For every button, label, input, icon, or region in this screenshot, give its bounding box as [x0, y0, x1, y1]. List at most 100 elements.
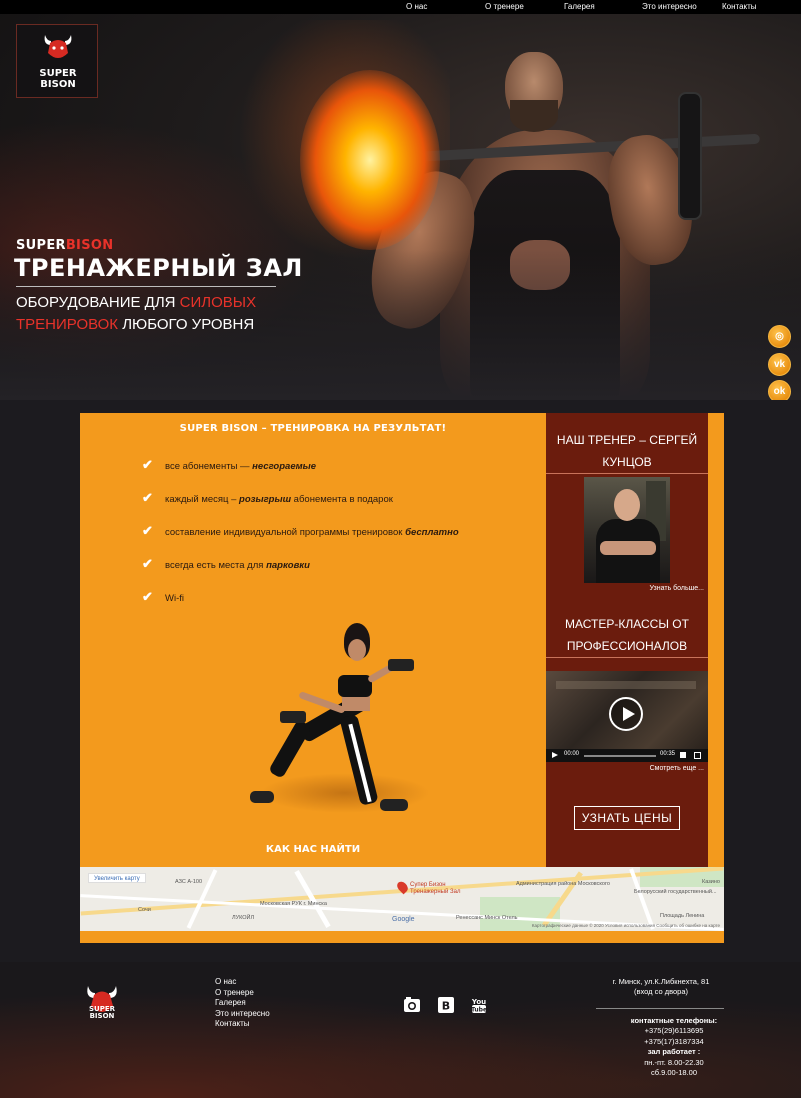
volume-icon[interactable] — [680, 752, 686, 758]
trainer-title-1: НАШ ТРЕНЕР – СЕРГЕЙ — [556, 433, 698, 447]
map-label: Казино — [702, 879, 720, 885]
hero-banner: SUPER BISON SUPERBISON ТРЕНАЖЕРНЫЙ ЗАЛ О… — [0, 0, 801, 400]
feature-after: абонемента в подарок — [291, 494, 393, 505]
hours-label: зал работает : — [647, 1047, 701, 1057]
footer-links: О нас О тренере Галерея Это интересно Ко… — [215, 977, 270, 1030]
hero-brand-bison: BISON — [65, 238, 114, 253]
map-attribution[interactable]: Картографические данные © 2020 Условия и… — [532, 923, 720, 928]
google-logo: Google — [392, 916, 415, 923]
odnoklassniki-icon[interactable]: ok — [768, 380, 791, 400]
play-icon[interactable] — [609, 697, 643, 731]
nav-contacts[interactable]: Контакты — [722, 2, 757, 11]
trainer-more-link[interactable]: Узнать больше... — [650, 585, 705, 592]
video-time-current: 00:00 — [564, 751, 580, 757]
check-icon: ✔ — [142, 457, 153, 472]
map-label: Сочи — [138, 907, 151, 913]
footer-link-gallery[interactable]: Галерея — [215, 998, 270, 1009]
hero-subtitle: ОБОРУДОВАНИЕ ДЛЯ СИЛОВЫХ ТРЕНИРОВОК ЛЮБО… — [16, 292, 346, 336]
footer-link-contacts[interactable]: Контакты — [215, 1019, 270, 1030]
google-map[interactable]: Увеличить карту АЗС А-100 Московская РУК… — [80, 867, 724, 931]
video-more-link[interactable]: Смотреть еще ... — [650, 765, 704, 772]
svg-text:Tube: Tube — [471, 1007, 487, 1014]
map-pin-label: Супер Бизон Тренажерный Зал — [410, 882, 460, 896]
trainer-photo[interactable] — [584, 477, 670, 583]
feature-bold: парковки — [266, 560, 310, 571]
map-label: Московская РУК г. Минска — [260, 901, 327, 907]
video-player[interactable]: 00:00 00:35 — [546, 671, 708, 762]
map-label: Белорусский государственный... — [634, 889, 717, 895]
phone-2[interactable]: +375(17)3187334 — [596, 1037, 752, 1047]
footer: SUPER BISON О нас О тренере Галерея Это … — [0, 962, 801, 1098]
map-label: Площадь Ленина — [660, 913, 705, 919]
nav-about[interactable]: О нас — [406, 2, 427, 11]
prices-button[interactable]: УЗНАТЬ ЦЕНЫ — [574, 806, 680, 830]
nav-trainer[interactable]: О тренере — [485, 2, 524, 11]
svg-text:B: B — [442, 1000, 450, 1013]
hero-sub-red-2: ТРЕНИРОВОК — [16, 316, 119, 333]
hero-sub-text-1: ОБОРУДОВАНИЕ ДЛЯ — [16, 294, 180, 311]
logo-text-bison: BISON — [40, 79, 76, 90]
divider — [546, 657, 708, 658]
address-line-1: г. Минск, ул.К.Либкнехта, 81 — [612, 977, 710, 986]
feature-text: Wi-fi — [165, 593, 184, 604]
map-label: ЛУКОЙЛ — [232, 915, 255, 921]
instagram-icon[interactable]: ◎ — [768, 325, 791, 348]
phone-1[interactable]: +375(29)6113695 — [596, 1026, 752, 1036]
footer-link-interesting[interactable]: Это интересно — [215, 1009, 270, 1020]
hours-saturday: сб.9.00-18.00 — [651, 1068, 697, 1078]
footer-link-trainer[interactable]: О тренере — [215, 988, 270, 999]
check-icon: ✔ — [142, 523, 153, 538]
feature-bold: бесплатно — [405, 527, 459, 538]
footer-divider — [596, 1008, 724, 1009]
nav-gallery[interactable]: Галерея — [564, 2, 595, 11]
master-title-2: ПРОФЕССИОНАЛОВ — [566, 639, 688, 653]
nav-interesting[interactable]: Это интересно — [642, 2, 697, 11]
check-icon: ✔ — [142, 556, 153, 571]
hero-brand-super: SUPER — [16, 238, 66, 253]
find-us-heading: КАК НАС НАЙТИ — [265, 844, 361, 855]
youtube-icon[interactable]: You Tube — [470, 996, 488, 1014]
footer-link-about[interactable]: О нас — [215, 977, 270, 988]
vk-icon[interactable]: vk — [768, 353, 791, 376]
pin-label-line-1: Супер Бизон — [410, 882, 446, 888]
footer-contacts: контактные телефоны: +375(29)6113695 +37… — [596, 1016, 752, 1078]
flaming-plate — [300, 70, 440, 250]
video-time-total: 00:35 — [660, 751, 676, 757]
top-navigation: О нас О тренере Галерея Это интересно Ко… — [0, 0, 801, 14]
hero-sub-red-1: СИЛОВЫХ — [179, 294, 257, 311]
check-icon: ✔ — [142, 589, 153, 604]
instagram-icon[interactable] — [403, 996, 421, 1014]
phones-label: контактные телефоны: — [630, 1016, 718, 1025]
trainer-title-2: КУНЦОВ — [602, 455, 652, 469]
svg-text:You: You — [471, 998, 486, 1006]
bull-logo-icon — [44, 35, 72, 58]
feature-bold: несгораемые — [252, 461, 317, 472]
feature-text: все абонементы — — [165, 461, 253, 472]
hours-weekdays: пн.-пт. 8.00-22.30 — [644, 1057, 704, 1067]
hero-title: ТРЕНАЖЕРНЫЙ ЗАЛ — [14, 254, 303, 282]
pin-label-line-2: Тренажерный Зал — [410, 889, 461, 895]
fullscreen-icon[interactable] — [694, 752, 701, 759]
fitness-woman-image — [240, 623, 430, 828]
map-label: Ренессанс Минск Отель — [456, 915, 518, 921]
enlarge-map-button[interactable]: Увеличить карту — [88, 873, 146, 883]
logo-text-super: SUPER — [39, 68, 77, 79]
map-label: АЗС А-100 — [175, 879, 203, 885]
site-logo[interactable]: SUPER BISON — [16, 24, 98, 98]
feature-text: составление индивидуальной программы тре… — [165, 527, 406, 538]
feature-text: всегда есть места для — [165, 560, 267, 571]
check-icon: ✔ — [142, 490, 153, 505]
feature-bold: розыгрыш — [239, 494, 292, 505]
footer-address: г. Минск, ул.К.Либкнехта, 81 (вход со дв… — [596, 977, 726, 997]
video-progress-track[interactable] — [584, 755, 656, 757]
footer-logo-bison: BISON — [89, 1012, 115, 1020]
hero-brand: SUPERBISON — [16, 238, 113, 253]
vk-icon[interactable]: B — [437, 996, 455, 1014]
main-content-block: SUPER BISON – ТРЕНИРОВКА НА РЕЗУЛЬТАТ! ✔… — [80, 413, 724, 943]
hero-sub-text-2: ЛЮБОГО УРОВНЯ — [118, 316, 255, 333]
feature-text: каждый месяц – — [165, 494, 240, 505]
map-label: Администрация района Московского — [516, 881, 610, 887]
play-small-icon[interactable] — [552, 752, 558, 758]
divider — [546, 473, 708, 474]
master-title-1: МАСТЕР-КЛАССЫ ОТ — [565, 617, 689, 631]
